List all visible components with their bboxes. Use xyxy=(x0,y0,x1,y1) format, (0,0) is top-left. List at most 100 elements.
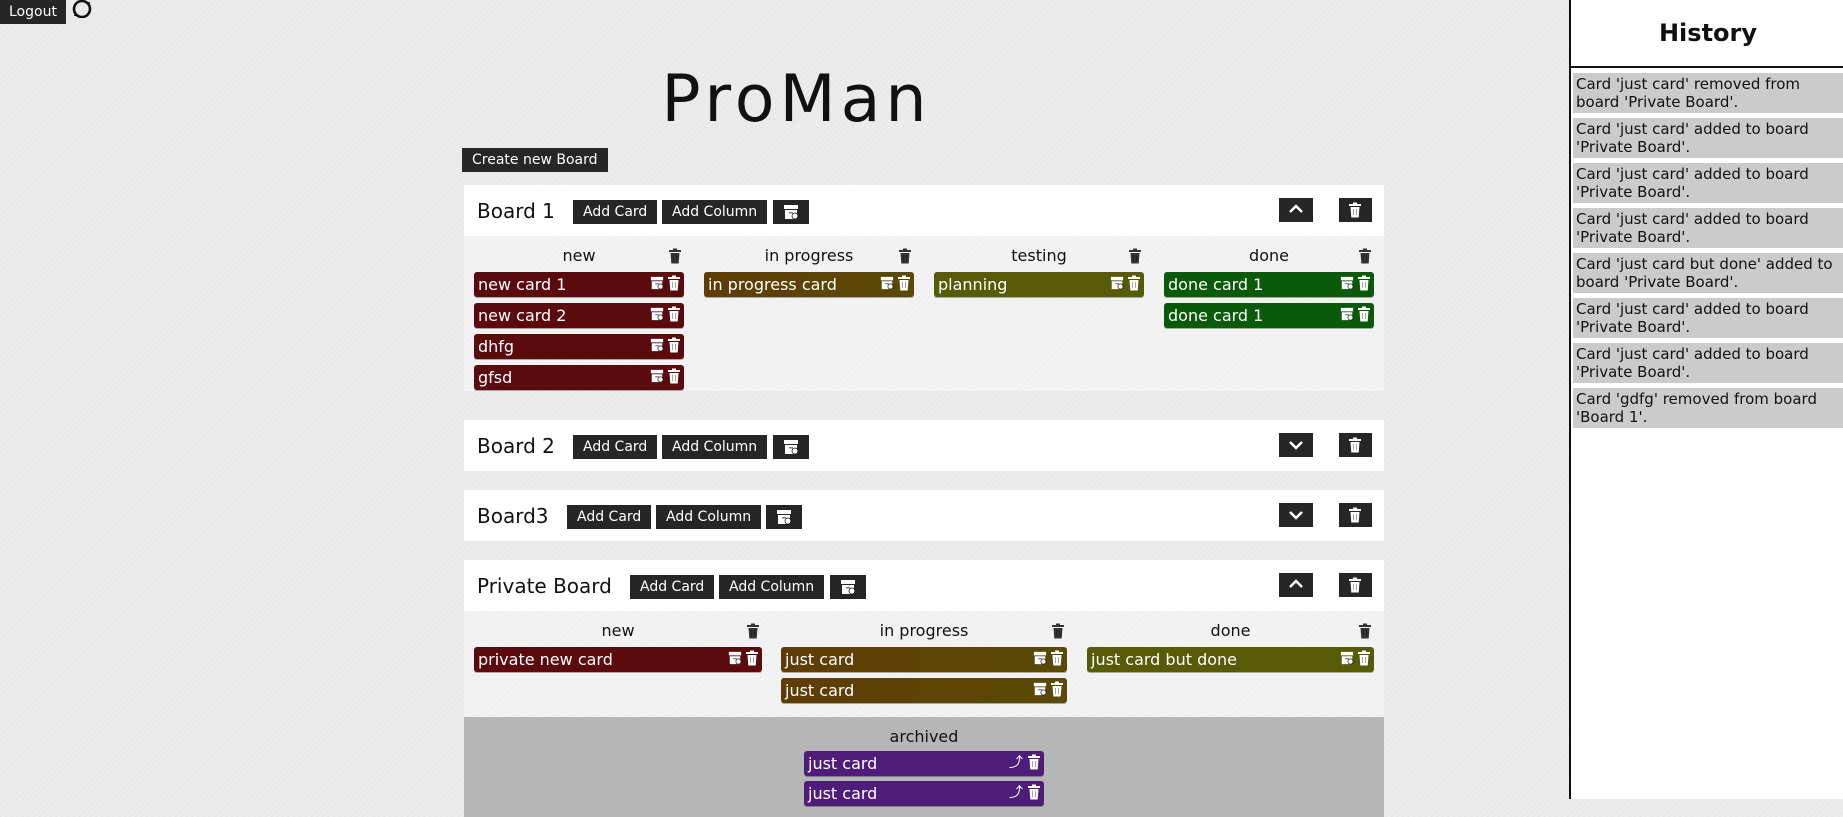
archive-icon[interactable] xyxy=(1110,275,1124,291)
chevron-up-icon[interactable] xyxy=(1279,198,1313,222)
board-title[interactable]: Board 1 xyxy=(477,199,555,223)
card[interactable]: done card 1 xyxy=(1164,303,1374,328)
card[interactable]: done card 1 xyxy=(1164,272,1374,297)
logout-button[interactable]: Logout xyxy=(0,0,66,24)
add-card-button[interactable]: Add Card xyxy=(567,505,652,529)
board: Board 1 Add Card Add Column new new card… xyxy=(464,185,1384,391)
card[interactable]: planning xyxy=(934,272,1144,297)
column-title[interactable]: new xyxy=(474,246,684,266)
card[interactable]: dhfg xyxy=(474,334,684,359)
archive-icon[interactable] xyxy=(830,575,866,599)
card-title[interactable]: dhfg xyxy=(478,337,514,356)
delete-board-button[interactable] xyxy=(1339,573,1372,597)
board-title[interactable]: Board3 xyxy=(477,504,549,528)
card-title[interactable]: done card 1 xyxy=(1168,275,1263,294)
unarchive-icon[interactable]: ⤴ xyxy=(1009,751,1023,776)
chevron-down-icon[interactable] xyxy=(1279,433,1313,457)
trash-icon[interactable] xyxy=(667,275,681,291)
add-column-button[interactable]: Add Column xyxy=(656,505,762,529)
delete-board-button[interactable] xyxy=(1339,433,1372,457)
trash-icon[interactable] xyxy=(1027,754,1041,770)
card-title[interactable]: new card 1 xyxy=(478,275,566,294)
card-title[interactable]: done card 1 xyxy=(1168,306,1263,325)
card[interactable]: new card 2 xyxy=(474,303,684,328)
column-title[interactable]: done xyxy=(1164,246,1374,266)
trash-icon[interactable] xyxy=(1358,248,1372,264)
card[interactable]: just card but done xyxy=(1087,647,1374,672)
create-board-button[interactable]: Create new Board xyxy=(462,148,608,172)
trash-icon[interactable] xyxy=(745,650,759,666)
trash-icon[interactable] xyxy=(1051,623,1065,639)
history-item: Card 'just card' added to board 'Private… xyxy=(1573,163,1843,203)
board-title[interactable]: Private Board xyxy=(477,574,612,598)
trash-icon[interactable] xyxy=(1050,681,1064,697)
add-card-button[interactable]: Add Card xyxy=(573,435,658,459)
add-card-button[interactable]: Add Card xyxy=(573,200,658,224)
add-column-button[interactable]: Add Column xyxy=(719,575,825,599)
card-title[interactable]: just card xyxy=(808,754,877,773)
board-title[interactable]: Board 2 xyxy=(477,434,555,458)
archive-icon[interactable] xyxy=(650,368,664,384)
trash-icon[interactable] xyxy=(1357,650,1371,666)
archive-icon[interactable] xyxy=(880,275,894,291)
trash-icon[interactable] xyxy=(667,368,681,384)
column-title[interactable]: in progress xyxy=(704,246,914,266)
archive-icon[interactable] xyxy=(1340,275,1354,291)
board: Board3 Add Card Add Column xyxy=(464,490,1384,541)
trash-icon[interactable] xyxy=(746,623,760,639)
archive-icon[interactable] xyxy=(773,435,809,459)
card-title[interactable]: in progress card xyxy=(708,275,837,294)
trash-icon[interactable] xyxy=(1128,248,1142,264)
archived-card[interactable]: just card ⤴ xyxy=(804,751,1044,776)
card-title[interactable]: just card but done xyxy=(1091,650,1237,669)
archived-card[interactable]: just card ⤴ xyxy=(804,781,1044,806)
card[interactable]: gfsd xyxy=(474,365,684,390)
card-title[interactable]: planning xyxy=(938,275,1007,294)
card[interactable]: in progress card xyxy=(704,272,914,297)
card[interactable]: just card xyxy=(781,647,1067,672)
unarchive-icon[interactable]: ⤴ xyxy=(1009,781,1023,806)
trash-icon[interactable] xyxy=(1357,306,1371,322)
card-title[interactable]: just card xyxy=(785,681,854,700)
column-title[interactable]: done xyxy=(1087,621,1374,641)
refresh-icon[interactable] xyxy=(71,0,93,18)
card-title[interactable]: private new card xyxy=(478,650,613,669)
archive-icon[interactable] xyxy=(650,306,664,322)
archive-icon[interactable] xyxy=(650,337,664,353)
chevron-down-icon[interactable] xyxy=(1279,503,1313,527)
trash-icon[interactable] xyxy=(1357,275,1371,291)
archive-icon[interactable] xyxy=(1340,306,1354,322)
chevron-up-icon[interactable] xyxy=(1279,573,1313,597)
card-title[interactable]: just card xyxy=(785,650,854,669)
trash-icon[interactable] xyxy=(898,248,912,264)
archive-icon[interactable] xyxy=(1033,681,1047,697)
archive-icon[interactable] xyxy=(1340,650,1354,666)
archive-icon[interactable] xyxy=(1033,650,1047,666)
card-title[interactable]: new card 2 xyxy=(478,306,566,325)
archive-icon[interactable] xyxy=(773,200,809,224)
trash-icon[interactable] xyxy=(1358,623,1372,639)
card-title[interactable]: just card xyxy=(808,784,877,803)
archive-icon[interactable] xyxy=(728,650,742,666)
trash-icon[interactable] xyxy=(897,275,911,291)
delete-board-button[interactable] xyxy=(1339,198,1372,222)
card[interactable]: new card 1 xyxy=(474,272,684,297)
archive-icon[interactable] xyxy=(650,275,664,291)
trash-icon[interactable] xyxy=(667,337,681,353)
add-card-button[interactable]: Add Card xyxy=(630,575,715,599)
delete-board-button[interactable] xyxy=(1339,503,1372,527)
card[interactable]: private new card xyxy=(474,647,762,672)
column-title[interactable]: new xyxy=(474,621,762,641)
card-title[interactable]: gfsd xyxy=(478,368,512,387)
add-column-button[interactable]: Add Column xyxy=(662,435,768,459)
column-title[interactable]: in progress xyxy=(781,621,1067,641)
add-column-button[interactable]: Add Column xyxy=(662,200,768,224)
trash-icon[interactable] xyxy=(1127,275,1141,291)
archive-icon[interactable] xyxy=(766,505,802,529)
card[interactable]: just card xyxy=(781,678,1067,703)
trash-icon[interactable] xyxy=(668,248,682,264)
trash-icon[interactable] xyxy=(667,306,681,322)
trash-icon[interactable] xyxy=(1050,650,1064,666)
column-title[interactable]: testing xyxy=(934,246,1144,266)
trash-icon[interactable] xyxy=(1027,784,1041,800)
